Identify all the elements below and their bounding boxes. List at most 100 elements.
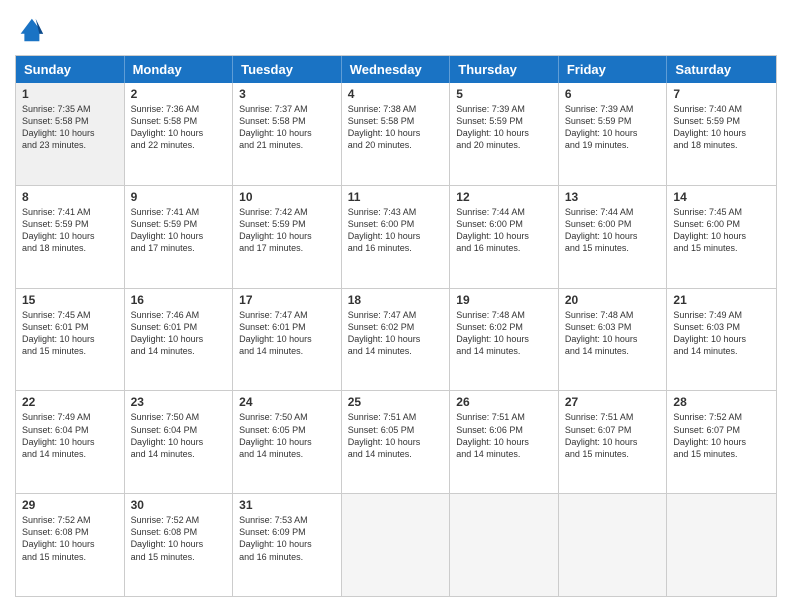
calendar-cell [450,494,559,596]
cell-info: Sunrise: 7:51 AMSunset: 6:06 PMDaylight:… [456,411,552,460]
cell-info: Sunrise: 7:49 AMSunset: 6:03 PMDaylight:… [673,309,770,358]
calendar-cell: 24Sunrise: 7:50 AMSunset: 6:05 PMDayligh… [233,391,342,493]
calendar-cell: 13 Sunrise: 7:44 AMSunset: 6:00 PMDayligh… [559,186,668,288]
calendar-cell: 23 Sunrise: 7:50 AMSunset: 6:04 PMDayligh… [125,391,234,493]
calendar-cell: 3 Sunrise: 7:37 AMSunset: 5:58 PMDaylight… [233,83,342,185]
day-number: 18 [348,293,444,307]
day-number: 5 [456,87,552,101]
calendar-cell: 10 Sunrise: 7:42 AMSunset: 5:59 PMDayligh… [233,186,342,288]
calendar-cell: 14 Sunrise: 7:45 AMSunset: 6:00 PMDayligh… [667,186,776,288]
calendar-cell: 21 Sunrise: 7:49 AMSunset: 6:03 PMDayligh… [667,289,776,391]
header-day-tuesday: Tuesday [233,56,342,83]
day-number: 13 [565,190,661,204]
cell-info: Sunrise: 7:52 AMSunset: 6:08 PMDaylight:… [131,514,227,563]
day-number: 16 [131,293,227,307]
cell-info: Sunrise: 7:44 AMSunset: 6:00 PMDaylight:… [456,206,552,255]
calendar-cell: 2Sunrise: 7:36 AMSunset: 5:58 PMDaylight… [125,83,234,185]
calendar-cell: 5 Sunrise: 7:39 AMSunset: 5:59 PMDaylight… [450,83,559,185]
cell-info: Sunrise: 7:35 AMSunset: 5:58 PMDaylight:… [22,103,118,152]
cell-info: Sunrise: 7:51 AMSunset: 6:05 PMDaylight:… [348,411,444,460]
day-number: 3 [239,87,335,101]
calendar-cell: 12 Sunrise: 7:44 AMSunset: 6:00 PMDayligh… [450,186,559,288]
cell-info: Sunrise: 7:49 AMSunset: 6:04 PMDaylight:… [22,411,118,460]
day-number: 30 [131,498,227,512]
day-number: 31 [239,498,335,512]
cell-info: Sunrise: 7:38 AMSunset: 5:58 PMDaylight:… [348,103,444,152]
calendar-cell: 17 Sunrise: 7:47 AMSunset: 6:01 PMDayligh… [233,289,342,391]
cell-info: Sunrise: 7:50 AMSunset: 6:04 PMDaylight:… [131,411,227,460]
cell-info: Sunrise: 7:46 AMSunset: 6:01 PMDaylight:… [131,309,227,358]
day-number: 26 [456,395,552,409]
cell-info: Sunrise: 7:48 AMSunset: 6:03 PMDaylight:… [565,309,661,358]
day-number: 4 [348,87,444,101]
header [15,15,777,45]
day-number: 29 [22,498,118,512]
calendar-cell: 8Sunrise: 7:41 AMSunset: 5:59 PMDaylight… [16,186,125,288]
calendar-cell: 26 Sunrise: 7:51 AMSunset: 6:06 PMDayligh… [450,391,559,493]
cell-info: Sunrise: 7:39 AMSunset: 5:59 PMDaylight:… [565,103,661,152]
calendar-cell: 6Sunrise: 7:39 AMSunset: 5:59 PMDaylight… [559,83,668,185]
cell-info: Sunrise: 7:39 AMSunset: 5:59 PMDaylight:… [456,103,552,152]
calendar-cell: 20 Sunrise: 7:48 AMSunset: 6:03 PMDayligh… [559,289,668,391]
calendar-cell: 31 Sunrise: 7:53 AMSunset: 6:09 PMDayligh… [233,494,342,596]
cell-info: Sunrise: 7:53 AMSunset: 6:09 PMDaylight:… [239,514,335,563]
calendar-cell: 27 Sunrise: 7:51 AMSunset: 6:07 PMDayligh… [559,391,668,493]
logo-icon [15,15,45,45]
cell-info: Sunrise: 7:45 AMSunset: 6:00 PMDaylight:… [673,206,770,255]
day-number: 7 [673,87,770,101]
day-number: 28 [673,395,770,409]
calendar-cell: 9Sunrise: 7:41 AMSunset: 5:59 PMDaylight… [125,186,234,288]
calendar-row: 8Sunrise: 7:41 AMSunset: 5:59 PMDaylight… [16,186,776,289]
cell-info: Sunrise: 7:52 AMSunset: 6:08 PMDaylight:… [22,514,118,563]
calendar-cell: 15Sunrise: 7:45 AMSunset: 6:01 PMDayligh… [16,289,125,391]
day-number: 21 [673,293,770,307]
day-number: 19 [456,293,552,307]
day-number: 25 [348,395,444,409]
calendar-row: 15Sunrise: 7:45 AMSunset: 6:01 PMDayligh… [16,289,776,392]
day-number: 10 [239,190,335,204]
day-number: 11 [348,190,444,204]
cell-info: Sunrise: 7:43 AMSunset: 6:00 PMDaylight:… [348,206,444,255]
calendar-row: 22 Sunrise: 7:49 AMSunset: 6:04 PMDayligh… [16,391,776,494]
page: SundayMondayTuesdayWednesdayThursdayFrid… [0,0,792,612]
cell-info: Sunrise: 7:52 AMSunset: 6:07 PMDaylight:… [673,411,770,460]
calendar-header: SundayMondayTuesdayWednesdayThursdayFrid… [16,56,776,83]
day-number: 20 [565,293,661,307]
calendar-cell: 7 Sunrise: 7:40 AMSunset: 5:59 PMDaylight… [667,83,776,185]
day-number: 22 [22,395,118,409]
cell-info: Sunrise: 7:47 AMSunset: 6:01 PMDaylight:… [239,309,335,358]
calendar-cell [342,494,451,596]
cell-info: Sunrise: 7:40 AMSunset: 5:59 PMDaylight:… [673,103,770,152]
calendar-row: 1Sunrise: 7:35 AMSunset: 5:58 PMDaylight… [16,83,776,186]
day-number: 17 [239,293,335,307]
cell-info: Sunrise: 7:42 AMSunset: 5:59 PMDaylight:… [239,206,335,255]
day-number: 14 [673,190,770,204]
calendar-cell [559,494,668,596]
cell-info: Sunrise: 7:37 AMSunset: 5:58 PMDaylight:… [239,103,335,152]
calendar: SundayMondayTuesdayWednesdayThursdayFrid… [15,55,777,597]
header-day-wednesday: Wednesday [342,56,451,83]
cell-info: Sunrise: 7:51 AMSunset: 6:07 PMDaylight:… [565,411,661,460]
cell-info: Sunrise: 7:44 AMSunset: 6:00 PMDaylight:… [565,206,661,255]
calendar-cell: 22 Sunrise: 7:49 AMSunset: 6:04 PMDayligh… [16,391,125,493]
header-day-sunday: Sunday [16,56,125,83]
header-day-thursday: Thursday [450,56,559,83]
calendar-row: 29 Sunrise: 7:52 AMSunset: 6:08 PMDayligh… [16,494,776,596]
day-number: 23 [131,395,227,409]
cell-info: Sunrise: 7:48 AMSunset: 6:02 PMDaylight:… [456,309,552,358]
cell-info: Sunrise: 7:45 AMSunset: 6:01 PMDaylight:… [22,309,118,358]
calendar-cell: 18Sunrise: 7:47 AMSunset: 6:02 PMDayligh… [342,289,451,391]
day-number: 2 [131,87,227,101]
calendar-cell: 16 Sunrise: 7:46 AMSunset: 6:01 PMDayligh… [125,289,234,391]
day-number: 24 [239,395,335,409]
calendar-body: 1Sunrise: 7:35 AMSunset: 5:58 PMDaylight… [16,83,776,596]
day-number: 12 [456,190,552,204]
header-day-monday: Monday [125,56,234,83]
day-number: 27 [565,395,661,409]
day-number: 9 [131,190,227,204]
header-day-saturday: Saturday [667,56,776,83]
calendar-cell: 1Sunrise: 7:35 AMSunset: 5:58 PMDaylight… [16,83,125,185]
logo [15,15,49,45]
cell-info: Sunrise: 7:41 AMSunset: 5:59 PMDaylight:… [22,206,118,255]
calendar-cell [667,494,776,596]
